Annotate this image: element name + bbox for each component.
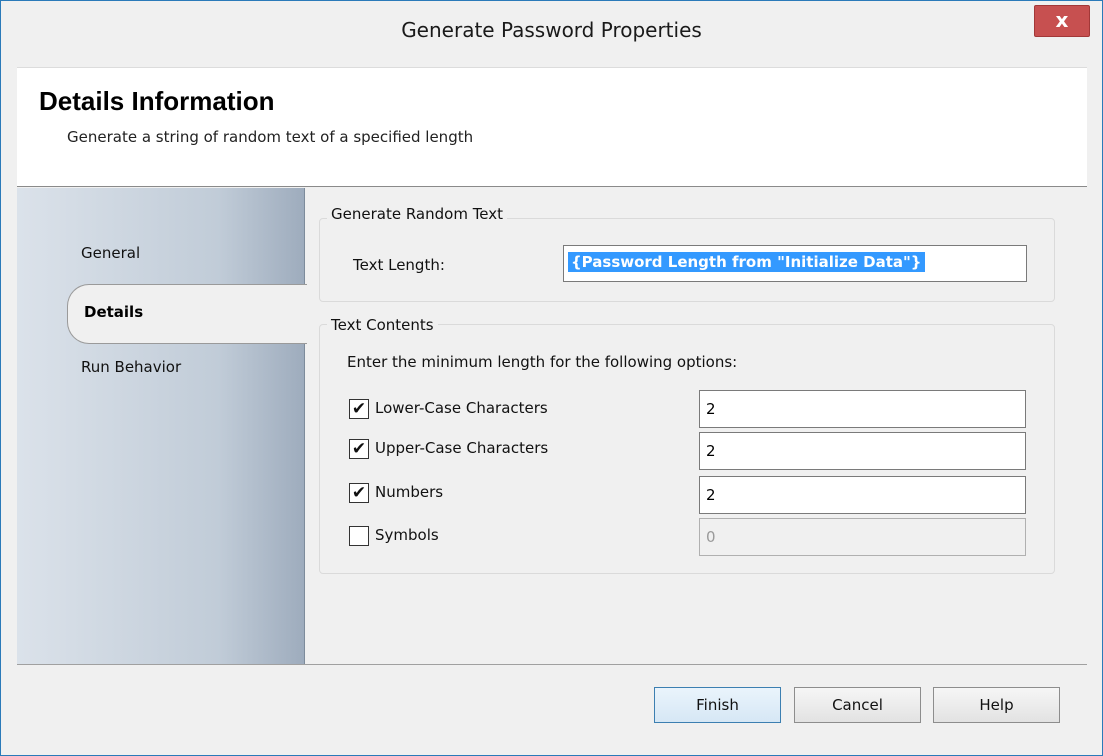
lowercase-min-input[interactable]: 2 (699, 390, 1026, 428)
uppercase-label: Upper-Case Characters (375, 439, 549, 457)
text-length-input[interactable]: {Password Length from "Initialize Data"} (563, 245, 1027, 282)
window-title: Generate Password Properties (401, 18, 702, 42)
symbols-label: Symbols (375, 526, 439, 544)
cancel-button[interactable]: Cancel (794, 687, 921, 723)
sidebar-item-details[interactable]: Details (67, 284, 307, 344)
numbers-min-input[interactable]: 2 (699, 476, 1026, 514)
close-button[interactable]: x (1034, 5, 1090, 37)
sidebar-item-general[interactable]: General (81, 244, 140, 262)
text-length-label: Text Length: (353, 256, 445, 274)
sidebar-item-label: Details (84, 303, 144, 321)
page-subtitle: Generate a string of random text of a sp… (67, 128, 474, 146)
lowercase-checkbox[interactable]: ✔ (349, 399, 369, 419)
content-area: General Details Run Behavior Generate Ra… (17, 188, 1087, 664)
instruction-text: Enter the minimum length for the followi… (347, 353, 738, 371)
random-text-group-label: Generate Random Text (327, 205, 508, 223)
text-contents-group-label: Text Contents (327, 316, 438, 334)
sidebar-item-run-behavior[interactable]: Run Behavior (81, 358, 181, 376)
uppercase-min-input[interactable]: 2 (699, 432, 1026, 470)
uppercase-checkbox[interactable]: ✔ (349, 439, 369, 459)
lowercase-label: Lower-Case Characters (375, 399, 548, 417)
title-bar[interactable]: Generate Password Properties x (1, 1, 1102, 67)
header-panel: Details Information Generate a string of… (17, 67, 1087, 187)
button-bar: Finish Cancel Help (17, 664, 1087, 744)
help-button[interactable]: Help (933, 687, 1060, 723)
finish-button[interactable]: Finish (654, 687, 781, 723)
numbers-checkbox[interactable]: ✔ (349, 483, 369, 503)
page-title: Details Information (39, 86, 275, 116)
dialog-window: Generate Password Properties x Details I… (0, 0, 1103, 756)
numbers-label: Numbers (375, 483, 444, 501)
sidebar: General Details Run Behavior (17, 188, 307, 664)
text-length-value: {Password Length from "Initialize Data"} (568, 252, 925, 272)
symbols-min-input[interactable]: 0 (699, 518, 1026, 556)
symbols-checkbox[interactable] (349, 526, 369, 546)
